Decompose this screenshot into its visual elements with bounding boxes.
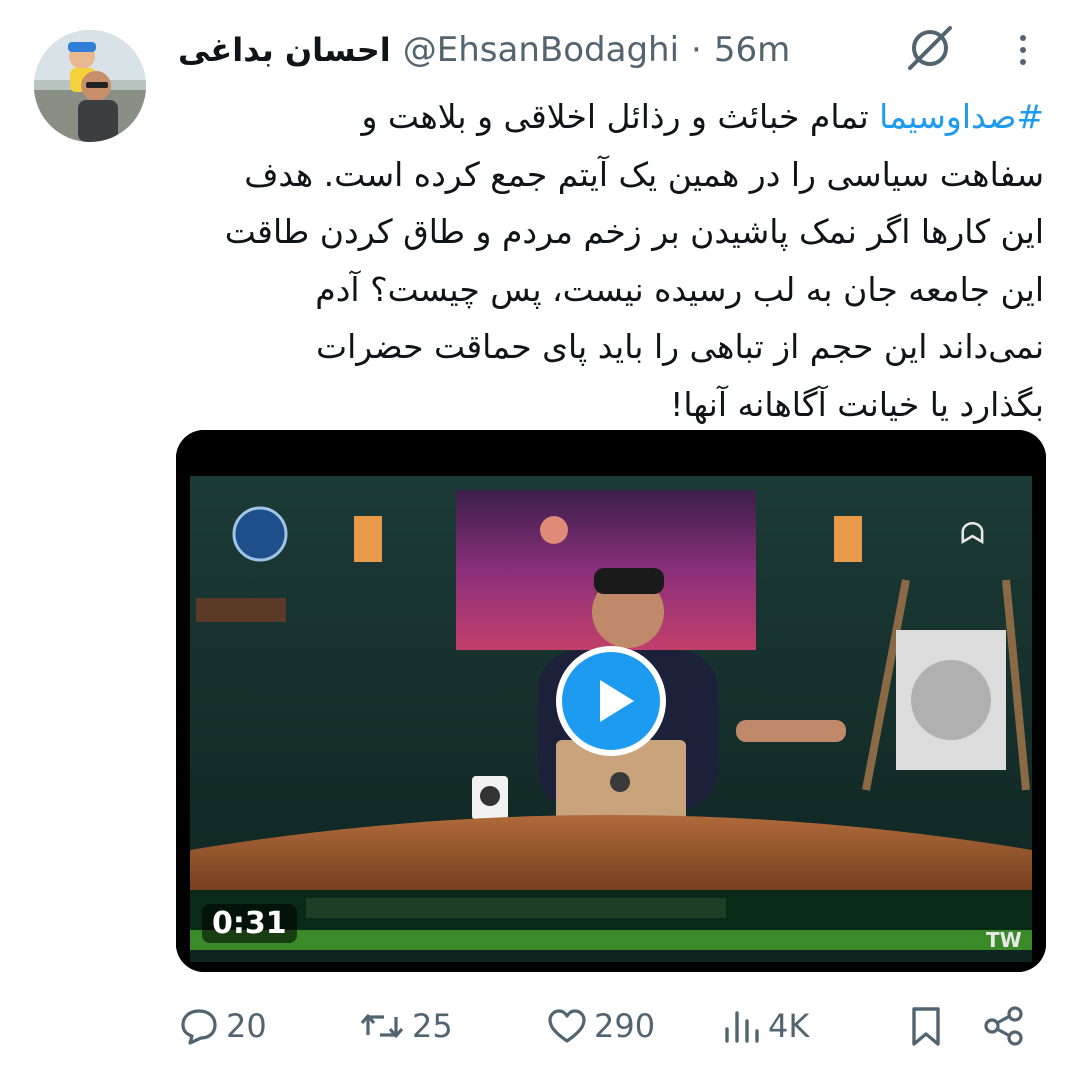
bookmark-button[interactable] [906, 1002, 946, 1050]
video-duration: 0:31 [202, 904, 297, 943]
views-button[interactable]: 4K [722, 1002, 809, 1050]
share-button[interactable] [982, 1002, 1026, 1050]
avatar[interactable] [34, 30, 146, 142]
avatar-image [34, 30, 146, 142]
repost-button[interactable]: 25 [358, 1002, 453, 1050]
more-icon[interactable] [1008, 30, 1038, 70]
tweet-text: #صداوسیما تمام خبائث و رذائل اخلاقی و بل… [176, 88, 1044, 434]
tweet-line-5: نمی‌داند این حجم از تباهی را باید پای حم… [316, 327, 1044, 367]
views-count: 4K [768, 1007, 810, 1045]
repost-count: 25 [412, 1007, 453, 1045]
timestamp[interactable]: 56m [714, 30, 790, 70]
svg-text:ᗣ: ᗣ [960, 517, 985, 552]
like-button[interactable]: 290 [546, 1002, 655, 1050]
tweet-line-4: این جامعه جان به لب رسیده نیست، پس چیست؟… [315, 269, 1044, 309]
tweet-header: احسان بداغی @EhsanBodaghi · 56m [178, 24, 790, 76]
tweet-line-1-text: تمام خبائث و رذائل اخلاقی و بلاهت و [361, 97, 880, 136]
tweet-line-6: بگذارد یا خیانت آگاهانه آنها! [670, 384, 1044, 424]
repost-icon [360, 1014, 404, 1038]
video-watermark: TW [986, 928, 1022, 952]
play-icon [600, 680, 634, 722]
grok-icon[interactable] [900, 22, 960, 74]
tweet-line-3: این کارها اگر نمک پاشیدن بر زخم مردم و ط… [224, 212, 1044, 252]
tweet-line-1: #صداوسیما تمام خبائث و رذائل اخلاقی و بل… [176, 88, 1044, 146]
tweet-line-2: سفاهت سیاسی را در همین یک آیتم جمع کرده … [244, 154, 1044, 194]
hashtag-link[interactable]: #صداوسیما [879, 97, 1044, 136]
like-icon [548, 1009, 586, 1043]
reply-button[interactable]: 20 [178, 1002, 267, 1050]
play-button[interactable] [556, 646, 666, 756]
separator-dot: · [691, 30, 702, 70]
views-icon [725, 1011, 759, 1043]
bookmark-icon [912, 1007, 940, 1046]
reply-icon [181, 1009, 217, 1045]
reply-count: 20 [226, 1007, 267, 1045]
display-name[interactable]: احسان بداغی [178, 31, 391, 69]
user-handle[interactable]: @EhsanBodaghi [403, 30, 679, 70]
share-icon [984, 1006, 1023, 1046]
like-count: 290 [594, 1007, 656, 1045]
